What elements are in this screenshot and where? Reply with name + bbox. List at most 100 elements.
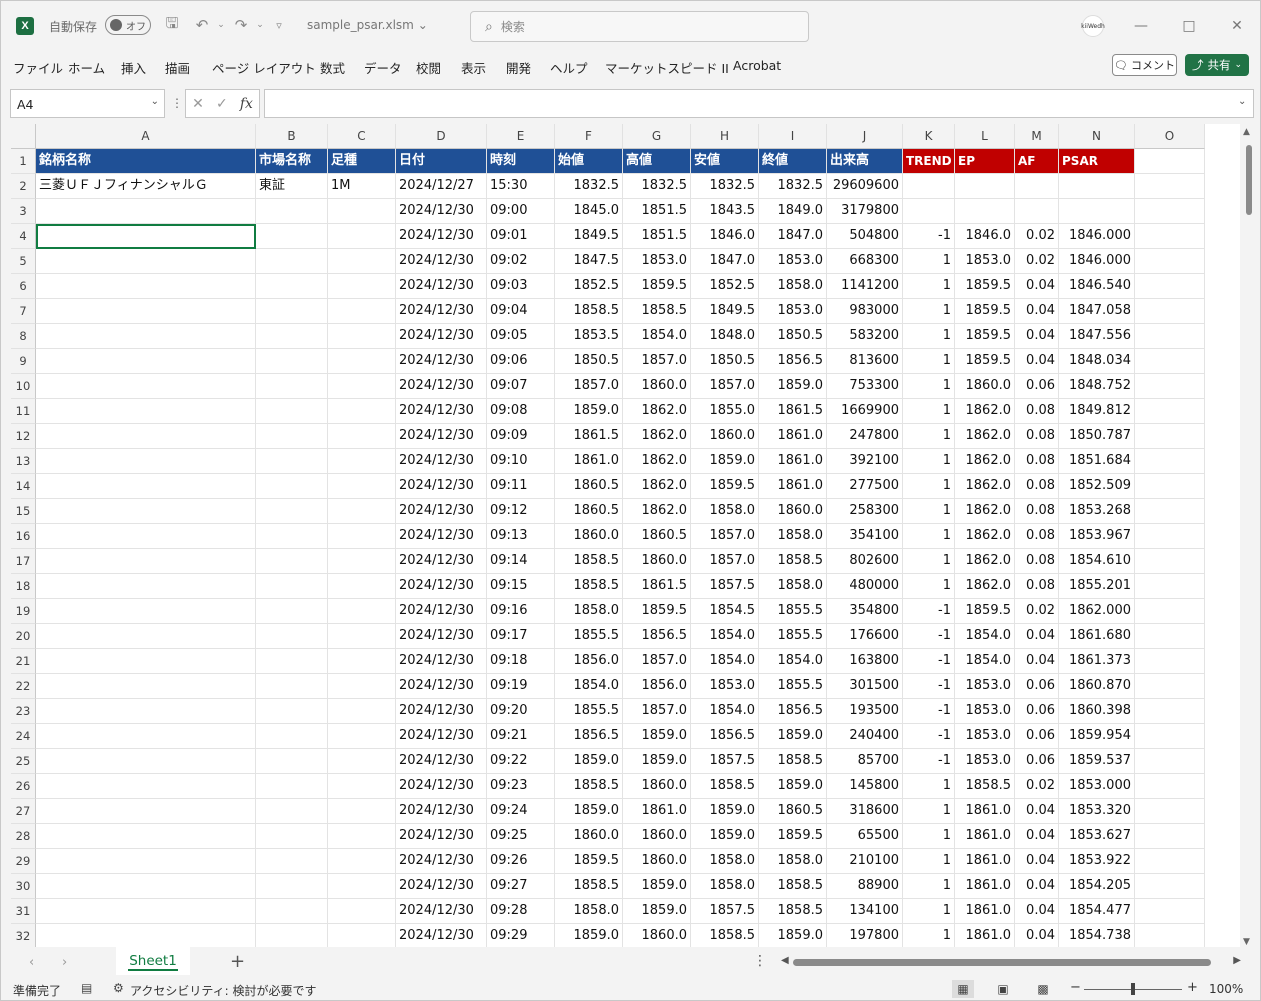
table-cell[interactable] — [1135, 474, 1205, 499]
table-cell[interactable] — [328, 474, 396, 499]
table-cell[interactable]: 1861.0 — [955, 799, 1015, 824]
table-cell[interactable]: 1855.5 — [555, 699, 623, 724]
table-cell[interactable]: 1851.5 — [623, 199, 691, 224]
table-cell[interactable]: 0.06 — [1015, 374, 1059, 399]
document-filename[interactable]: sample_psar.xlsm ⌄ — [307, 18, 428, 32]
table-cell[interactable]: 1857.5 — [691, 899, 759, 924]
table-cell[interactable] — [36, 649, 256, 674]
table-cell[interactable]: 09:19 — [487, 674, 555, 699]
table-cell[interactable] — [256, 324, 328, 349]
table-cell[interactable]: 1862.0 — [955, 574, 1015, 599]
more-options-icon[interactable]: ⋮ — [171, 96, 183, 110]
table-cell[interactable] — [256, 449, 328, 474]
table-cell[interactable]: 2024/12/30 — [396, 874, 487, 899]
table-cell[interactable]: -1 — [903, 674, 955, 699]
scroll-right-icon[interactable]: ▶ — [1233, 955, 1241, 966]
table-cell[interactable] — [328, 599, 396, 624]
table-cell[interactable]: 1850.5 — [555, 349, 623, 374]
table-cell[interactable]: 1860.0 — [623, 849, 691, 874]
zoom-in-button[interactable]: + — [1187, 980, 1198, 995]
table-cell[interactable] — [36, 824, 256, 849]
table-cell[interactable] — [36, 899, 256, 924]
row-header[interactable]: 15 — [11, 499, 36, 524]
table-cell[interactable]: 1860.5 — [555, 499, 623, 524]
table-cell[interactable]: 1861.0 — [623, 799, 691, 824]
table-cell[interactable]: 0.04 — [1015, 624, 1059, 649]
table-cell[interactable] — [1135, 524, 1205, 549]
table-cell[interactable]: 1855.5 — [759, 624, 827, 649]
table-cell[interactable] — [1135, 349, 1205, 374]
table-cell[interactable] — [256, 499, 328, 524]
table-cell[interactable]: 09:14 — [487, 549, 555, 574]
table-cell[interactable]: 0.02 — [1015, 599, 1059, 624]
table-cell[interactable]: 1860.870 — [1059, 674, 1135, 699]
table-cell[interactable]: 1861.0 — [955, 849, 1015, 874]
table-cell[interactable]: 1855.0 — [691, 399, 759, 424]
table-cell[interactable] — [1135, 599, 1205, 624]
row-header[interactable]: 7 — [11, 299, 36, 324]
table-cell[interactable] — [328, 399, 396, 424]
table-cell[interactable] — [328, 624, 396, 649]
table-cell[interactable]: 09:12 — [487, 499, 555, 524]
table-cell[interactable]: 1858.0 — [691, 849, 759, 874]
table-cell[interactable]: 1861.5 — [759, 399, 827, 424]
table-cell[interactable]: 1843.5 — [691, 199, 759, 224]
table-cell[interactable]: 2024/12/30 — [396, 824, 487, 849]
table-cell[interactable]: 1856.0 — [623, 674, 691, 699]
table-cell[interactable]: 65500 — [827, 824, 903, 849]
table-cell[interactable]: 1832.5 — [555, 174, 623, 199]
table-cell[interactable]: 1858.5 — [759, 874, 827, 899]
table-cell[interactable]: 1858.0 — [691, 499, 759, 524]
table-cell[interactable]: 1141200 — [827, 274, 903, 299]
table-cell[interactable] — [256, 874, 328, 899]
table-cell[interactable]: 09:10 — [487, 449, 555, 474]
table-cell[interactable] — [1135, 224, 1205, 249]
table-cell[interactable]: 1856.5 — [555, 724, 623, 749]
row-header[interactable]: 17 — [11, 549, 36, 574]
header-cell[interactable]: TREND — [903, 149, 955, 174]
table-cell[interactable]: 1846.000 — [1059, 249, 1135, 274]
table-cell[interactable] — [256, 849, 328, 874]
table-cell[interactable] — [36, 599, 256, 624]
redo-dropdown-icon[interactable]: ⌄ — [250, 15, 270, 35]
table-cell[interactable] — [36, 399, 256, 424]
table-cell[interactable] — [328, 699, 396, 724]
table-cell[interactable]: 09:15 — [487, 574, 555, 599]
table-cell[interactable]: 668300 — [827, 249, 903, 274]
table-cell[interactable]: 1856.0 — [555, 649, 623, 674]
table-cell[interactable] — [328, 449, 396, 474]
table-cell[interactable] — [36, 474, 256, 499]
table-cell[interactable] — [1135, 324, 1205, 349]
cancel-icon[interactable]: ✕ — [192, 96, 204, 112]
tab-marketspeed[interactable]: マーケットスピード II — [605, 58, 729, 77]
table-cell[interactable]: 813600 — [827, 349, 903, 374]
row-header[interactable]: 4 — [11, 224, 36, 249]
table-cell[interactable] — [328, 299, 396, 324]
table-cell[interactable] — [903, 199, 955, 224]
table-cell[interactable]: 1862.0 — [955, 424, 1015, 449]
table-cell[interactable]: 0.04 — [1015, 324, 1059, 349]
table-cell[interactable]: 1861.373 — [1059, 649, 1135, 674]
table-cell[interactable]: 1858.5 — [555, 574, 623, 599]
table-cell[interactable]: 753300 — [827, 374, 903, 399]
table-cell[interactable] — [256, 299, 328, 324]
column-header-i[interactable]: I — [759, 124, 827, 149]
table-cell[interactable]: 1862.0 — [955, 549, 1015, 574]
row-header[interactable]: 1 — [11, 149, 36, 174]
table-cell[interactable]: 1860.0 — [623, 924, 691, 947]
table-cell[interactable]: 1669900 — [827, 399, 903, 424]
table-cell[interactable]: 2024/12/30 — [396, 249, 487, 274]
redo-icon[interactable]: ↷ — [231, 15, 251, 35]
table-cell[interactable] — [1135, 724, 1205, 749]
table-cell[interactable]: 1 — [903, 374, 955, 399]
table-cell[interactable]: 1853.0 — [955, 699, 1015, 724]
table-cell[interactable]: 1853.0 — [955, 724, 1015, 749]
tab-developer[interactable]: 開発 — [506, 58, 531, 77]
table-cell[interactable]: 2024/12/30 — [396, 849, 487, 874]
table-cell[interactable]: 1 — [903, 474, 955, 499]
table-cell[interactable] — [256, 699, 328, 724]
table-cell[interactable]: 145800 — [827, 774, 903, 799]
header-cell[interactable] — [1135, 149, 1205, 174]
table-cell[interactable]: 1 — [903, 799, 955, 824]
table-cell[interactable]: 1861.0 — [955, 899, 1015, 924]
